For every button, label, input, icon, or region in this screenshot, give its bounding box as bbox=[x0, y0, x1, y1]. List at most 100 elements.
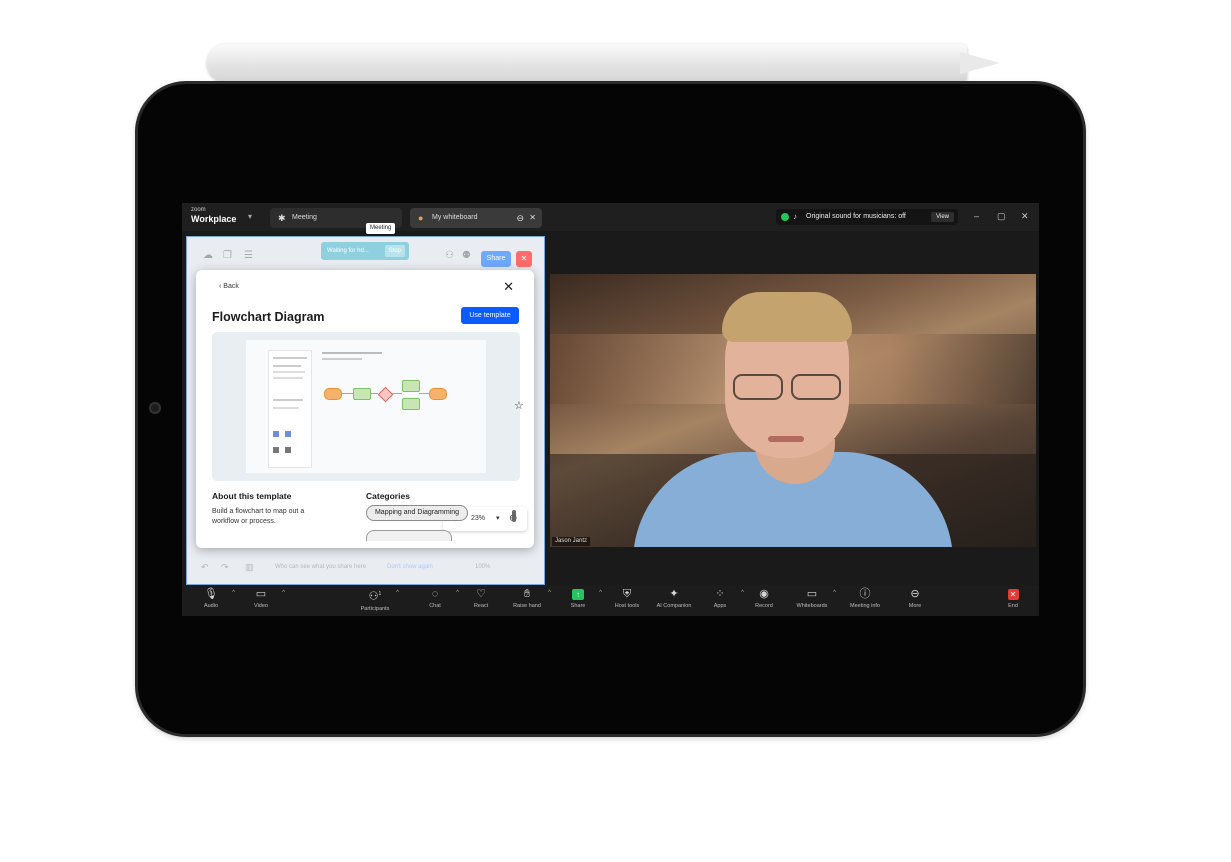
chevron-up-icon[interactable]: ^ bbox=[833, 590, 836, 596]
redo-icon[interactable]: ↷ bbox=[221, 562, 229, 573]
audio-button[interactable]: 🎙︎ Audio ^ bbox=[191, 587, 235, 610]
waiting-banner: Waiting for hd... Stop bbox=[321, 242, 409, 260]
star-icon[interactable]: ☆ bbox=[514, 399, 524, 412]
tab-meeting-label: Meeting bbox=[292, 214, 317, 221]
use-template-button[interactable]: Use template bbox=[461, 307, 519, 324]
original-sound-text: Original sound for musicians: off bbox=[806, 213, 906, 220]
close-icon[interactable]: ✕ bbox=[529, 208, 536, 228]
category-chip[interactable]: Mapping and Diagramming bbox=[366, 505, 468, 521]
end-label: End bbox=[1008, 603, 1018, 609]
stop-button[interactable]: Stop bbox=[384, 245, 405, 257]
original-sound-status[interactable]: ♪ Original sound for musicians: off View bbox=[776, 209, 958, 225]
people-icon[interactable]: ⚇ bbox=[445, 250, 454, 261]
raise-hand-button[interactable]: ✋︎ Raise hand ^ bbox=[507, 587, 551, 610]
share-button[interactable]: ↑ Share ^ bbox=[558, 587, 602, 610]
trash-icon[interactable]: ▥ bbox=[245, 562, 254, 573]
whiteboard-close-button[interactable]: ✕ bbox=[516, 251, 532, 267]
end-button[interactable]: ✕ End bbox=[993, 587, 1033, 610]
whiteboard-icon: ▭ bbox=[806, 588, 818, 600]
collaborators-icon[interactable]: ⚉ bbox=[462, 250, 471, 261]
preview-canvas bbox=[246, 340, 486, 473]
window-close-icon[interactable]: ✕ bbox=[1021, 210, 1029, 222]
modal-scrollbar[interactable] bbox=[512, 510, 516, 522]
apps-label: Apps bbox=[713, 603, 727, 609]
end-call-icon: ✕ bbox=[993, 587, 1033, 602]
pages-icon[interactable]: ❐ bbox=[223, 250, 232, 261]
shield-icon: ⛨ bbox=[622, 588, 632, 600]
meeting-toolbar: 🎙︎ Audio ^ ▭ Video ^ ⚇1 Participants ^ ◌… bbox=[182, 585, 1039, 616]
footer-zoom-value[interactable]: 100% bbox=[475, 564, 490, 570]
chevron-down-icon[interactable]: ▾ bbox=[496, 507, 500, 531]
apple-pencil-tip bbox=[960, 52, 1000, 74]
template-modal: ‹ Back ✕ Flowchart Diagram Use template bbox=[196, 270, 534, 548]
chat-icon: ◌ bbox=[431, 588, 439, 600]
react-button[interactable]: ♡ React bbox=[461, 587, 501, 610]
video-button[interactable]: ▭ Video ^ bbox=[241, 587, 285, 610]
preview-zoom-value[interactable]: 23% bbox=[471, 507, 485, 531]
apps-button[interactable]: ⁘ Apps ^ bbox=[700, 587, 744, 610]
participant-glasses bbox=[733, 374, 841, 400]
chevron-up-icon[interactable]: ^ bbox=[548, 590, 551, 596]
undo-icon[interactable]: ↶ bbox=[201, 562, 209, 573]
cloud-icon[interactable]: ☁ bbox=[203, 250, 213, 261]
chevron-left-icon: ‹ bbox=[219, 283, 222, 290]
title-bar: zoom Workplace ▾ ✱ Meeting Meeting ● My … bbox=[182, 203, 1039, 234]
flowchart-branch-node-a bbox=[402, 380, 420, 392]
whiteboards-button[interactable]: ▭ Whiteboards ^ bbox=[792, 587, 836, 610]
meeting-info-button[interactable]: ⓘ Meeting info bbox=[845, 587, 885, 610]
template-preview[interactable]: ☆ ⊖ 23% ▾ ⊕ bbox=[212, 332, 527, 531]
more-label: More bbox=[908, 603, 922, 609]
maximize-icon[interactable]: ▢ bbox=[997, 210, 1006, 222]
minimize-icon[interactable]: – bbox=[974, 210, 979, 222]
tab-whiteboard[interactable]: ● My whiteboard ⊖ ✕ bbox=[410, 208, 542, 228]
chat-label: Chat bbox=[429, 603, 441, 609]
more-button[interactable]: ⊖ More bbox=[895, 587, 935, 610]
record-button[interactable]: ◉ Record bbox=[744, 587, 784, 610]
whiteboard-share-button[interactable]: Share bbox=[481, 251, 511, 267]
zoom-brand[interactable]: zoom Workplace bbox=[191, 207, 251, 225]
chevron-up-icon[interactable]: ^ bbox=[282, 590, 285, 596]
chevron-up-icon[interactable]: ^ bbox=[396, 590, 399, 596]
video-label: Video bbox=[254, 603, 268, 609]
host-tools-button[interactable]: ⛨ Host tools bbox=[607, 587, 647, 610]
back-label: Back bbox=[223, 283, 239, 290]
tab-whiteboard-label: My whiteboard bbox=[432, 214, 478, 221]
react-label: React bbox=[473, 603, 489, 609]
participant-name-label: Jason Jantz bbox=[552, 537, 591, 546]
modal-title: Flowchart Diagram bbox=[212, 310, 325, 324]
about-text: Build a flowchart to map out a workflow … bbox=[212, 508, 305, 525]
waiting-text: Waiting for hd... bbox=[327, 248, 369, 254]
categories-heading: Categories bbox=[366, 491, 410, 501]
ai-companion-button[interactable]: ✦ AI Companion bbox=[651, 587, 697, 610]
sparkle-icon: ✦ bbox=[669, 588, 679, 600]
view-button[interactable]: View bbox=[931, 212, 954, 222]
minus-circle-icon[interactable]: ⊖ bbox=[516, 208, 524, 228]
participant-mouth bbox=[768, 436, 804, 442]
modal-close-icon[interactable]: ✕ bbox=[503, 279, 514, 295]
host-tools-label: Host tools bbox=[614, 603, 640, 609]
apple-pencil bbox=[207, 44, 967, 82]
participants-label: Participants bbox=[360, 605, 390, 612]
zoom-window: zoom Workplace ▾ ✱ Meeting Meeting ● My … bbox=[182, 203, 1039, 616]
back-button[interactable]: ‹ Back bbox=[219, 283, 239, 290]
menu-icon[interactable]: ☰ bbox=[244, 250, 253, 261]
record-label: Record bbox=[755, 603, 773, 609]
participant-video[interactable]: Jason Jantz bbox=[550, 274, 1036, 547]
flowchart-end-node bbox=[429, 388, 447, 400]
participants-button[interactable]: ⚇1 Participants ^ bbox=[355, 587, 399, 613]
flowchart-branch-node-b bbox=[402, 398, 420, 410]
chevron-up-icon[interactable]: ^ bbox=[456, 590, 459, 596]
dont-show-again-link[interactable]: Don't show again bbox=[387, 564, 433, 570]
heart-icon: ♡ bbox=[476, 588, 486, 600]
avatar-icon: ● bbox=[418, 213, 424, 223]
brand-top: zoom bbox=[191, 207, 206, 213]
microphone-icon: 🎙︎ bbox=[204, 588, 218, 600]
chevron-up-icon[interactable]: ^ bbox=[599, 590, 602, 596]
meeting-info-label: Meeting info bbox=[850, 603, 880, 609]
participant-hair bbox=[722, 292, 852, 342]
chat-button[interactable]: ◌ Chat ^ bbox=[415, 587, 459, 610]
chevron-down-icon[interactable]: ▾ bbox=[248, 212, 252, 221]
category-chip-partial[interactable] bbox=[366, 530, 452, 541]
chevron-up-icon[interactable]: ^ bbox=[232, 590, 235, 596]
whiteboard-bottom-bar: ↶ ↷ ▥ Who can see what you share here Do… bbox=[187, 550, 544, 584]
